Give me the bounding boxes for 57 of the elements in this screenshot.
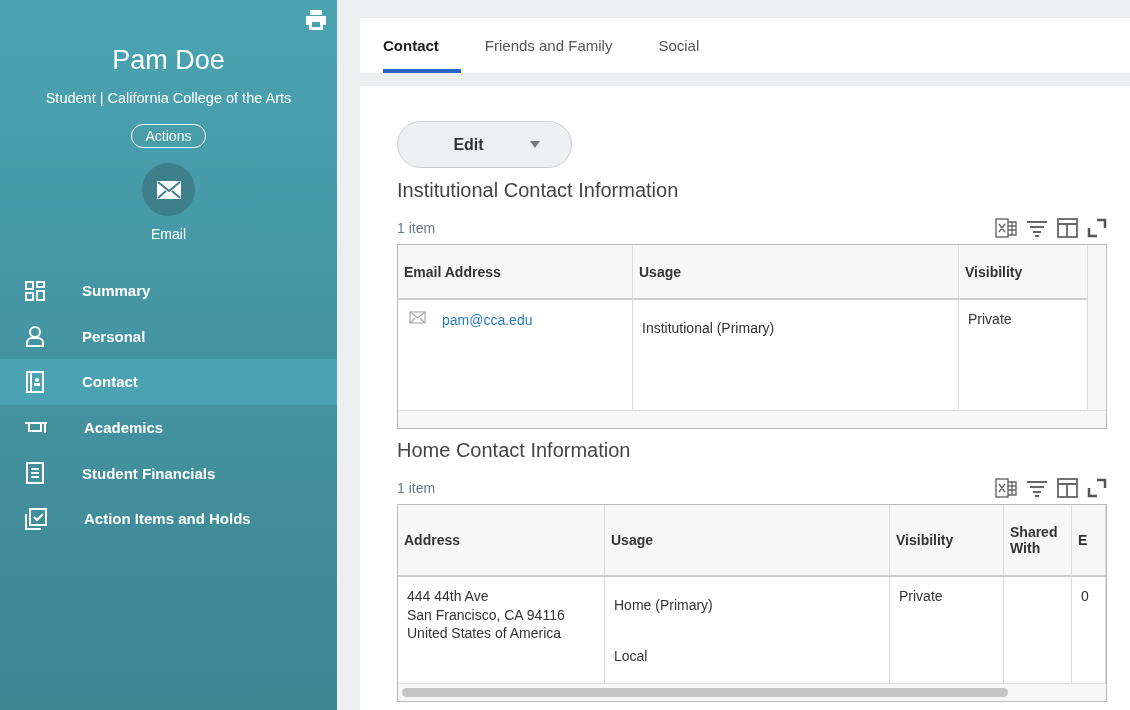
tab[interactable]: Contact [383, 18, 461, 73]
cell-text: Private [968, 310, 1013, 329]
section-title: Home Contact Information [397, 439, 632, 462]
cell-text: Local [614, 646, 649, 665]
column-header[interactable]: Visibility [959, 245, 1088, 300]
envelope-icon [155, 179, 182, 200]
nav-label: Academics [84, 419, 164, 437]
column-header[interactable]: Visibility [890, 505, 1004, 577]
caret-icon [529, 141, 540, 148]
excel-export-icon[interactable] [995, 218, 1017, 238]
filter-icon[interactable] [1026, 218, 1048, 238]
cell-text: Private [899, 587, 944, 606]
cell-text: United States of America [407, 624, 563, 643]
profile-subtitle: Student | California College of the Arts [45, 90, 292, 106]
edit-button[interactable]: Edit [397, 121, 572, 168]
nav-item[interactable]: Student Financials [0, 450, 337, 496]
column-header[interactable]: Usage [605, 505, 890, 577]
nav-label: Student Financials [82, 464, 216, 482]
columns-icon[interactable] [1057, 478, 1078, 498]
nav-label: Contact [82, 373, 138, 391]
filter-icon[interactable] [1026, 478, 1048, 498]
column-header[interactable]: Usage [633, 245, 959, 300]
section-title: Institutional Contact Information [397, 179, 680, 202]
person-icon [24, 325, 46, 348]
column-header[interactable]: E [1072, 505, 1106, 577]
expand-icon[interactable] [1087, 218, 1107, 238]
tab[interactable]: Social [658, 18, 722, 73]
nav-label: Summary [82, 282, 151, 300]
tab[interactable]: Friends and Family [484, 18, 635, 73]
profile-name: Pam Doe [112, 45, 225, 76]
document-list-icon [24, 461, 46, 486]
dashboard-icon [24, 279, 46, 302]
cell-text: Home (Primary) [614, 596, 714, 615]
printer-icon[interactable] [305, 10, 327, 30]
email-link[interactable]: pam@cca.edu [442, 311, 533, 330]
excel-export-icon[interactable] [995, 478, 1017, 498]
nav-label: Personal [82, 327, 146, 345]
email-action-label: Email [151, 226, 186, 242]
envelope-icon [409, 311, 426, 324]
nav-item[interactable]: Academics [0, 404, 337, 451]
columns-icon[interactable] [1057, 218, 1078, 238]
cell-text: San Francisco, CA 94116 [407, 605, 566, 624]
nav-label: Action Items and Holds [84, 510, 251, 528]
contact-book-icon [24, 370, 46, 394]
checklist-icon [24, 506, 48, 531]
cell-text: Institutional (Primary) [642, 319, 776, 338]
nav-item[interactable]: Action Items and Holds [0, 495, 337, 542]
email-action-button[interactable] [142, 163, 195, 216]
column-header[interactable]: Address [398, 505, 605, 577]
scrollbar-thumb[interactable] [402, 688, 1008, 697]
expand-icon[interactable] [1087, 478, 1107, 498]
item-count: 1 item [397, 480, 436, 496]
column-header[interactable]: Email Address [398, 245, 633, 300]
cell-text: 0 [1081, 587, 1090, 606]
item-count: 1 item [397, 220, 436, 236]
column-header[interactable]: Shared With [1004, 505, 1072, 577]
cell-text: 444 44th Ave [407, 587, 490, 606]
